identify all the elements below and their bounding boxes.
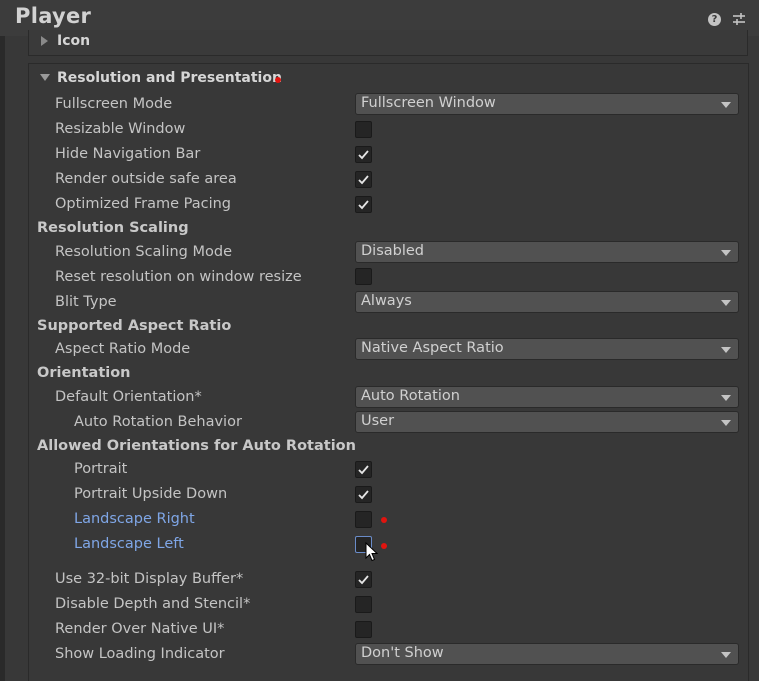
aspect-ratio-mode-label: Aspect Ratio Mode bbox=[55, 341, 191, 357]
default-orientation-value: Auto Rotation bbox=[361, 388, 460, 404]
disable-depth-stencil-checkbox[interactable] bbox=[355, 596, 372, 613]
fullscreen-mode-value: Fullscreen Window bbox=[361, 95, 496, 111]
resolution-scaling-mode-label: Resolution Scaling Mode bbox=[55, 244, 233, 260]
orientation-header: Orientation bbox=[37, 365, 131, 381]
resizable-window-label: Resizable Window bbox=[55, 121, 186, 137]
show-loading-indicator-dropdown[interactable]: Don't Show bbox=[355, 643, 739, 665]
portrait-label: Portrait bbox=[74, 461, 128, 477]
optimized-frame-pacing-checkbox[interactable] bbox=[355, 196, 372, 213]
show-loading-indicator-value: Don't Show bbox=[361, 645, 444, 661]
reset-resolution-checkbox[interactable] bbox=[355, 268, 372, 285]
dropdown-arrow-icon bbox=[721, 420, 731, 426]
mouse-cursor-icon bbox=[365, 542, 379, 562]
player-inspector: Player ? Icon Resolution and Presentatio… bbox=[0, 0, 759, 681]
blit-type-value: Always bbox=[361, 293, 412, 309]
dropdown-arrow-icon bbox=[721, 395, 731, 401]
allowed-orientations-header: Allowed Orientations for Auto Rotation bbox=[37, 438, 356, 454]
hide-navigation-bar-checkbox[interactable] bbox=[355, 146, 372, 163]
checkmark-icon bbox=[358, 150, 369, 160]
use-32bit-buffer-label: Use 32-bit Display Buffer* bbox=[55, 571, 244, 587]
page-title: Player bbox=[15, 4, 92, 28]
portrait-upside-down-label: Portrait Upside Down bbox=[74, 486, 228, 502]
render-outside-safe-area-checkbox[interactable] bbox=[355, 171, 372, 188]
icon-section-title[interactable]: Icon bbox=[57, 33, 90, 49]
dropdown-arrow-icon bbox=[721, 347, 731, 353]
checkmark-icon bbox=[358, 490, 369, 500]
fullscreen-mode-label: Fullscreen Mode bbox=[55, 96, 173, 112]
render-outside-safe-area-label: Render outside safe area bbox=[55, 171, 237, 187]
dropdown-arrow-icon bbox=[721, 300, 731, 306]
checkmark-icon bbox=[358, 175, 369, 185]
auto-rotation-behavior-value: User bbox=[361, 413, 395, 429]
icon-foldout[interactable]: Icon bbox=[28, 30, 748, 56]
default-orientation-dropdown[interactable]: Auto Rotation bbox=[355, 386, 739, 408]
disable-depth-stencil-label: Disable Depth and Stencil* bbox=[55, 596, 251, 612]
supported-aspect-ratio-header: Supported Aspect Ratio bbox=[37, 318, 232, 334]
landscape-right-checkbox[interactable] bbox=[355, 511, 372, 528]
collapse-arrow-icon[interactable] bbox=[40, 74, 50, 81]
left-edge bbox=[0, 36, 5, 681]
modified-indicator-icon bbox=[275, 77, 281, 83]
hide-navigation-bar-label: Hide Navigation Bar bbox=[55, 146, 201, 162]
portrait-checkbox[interactable] bbox=[355, 461, 372, 478]
expand-arrow-icon[interactable] bbox=[41, 36, 48, 46]
resolution-scaling-mode-dropdown[interactable]: Disabled bbox=[355, 241, 739, 263]
use-32bit-buffer-checkbox[interactable] bbox=[355, 571, 372, 588]
render-over-native-ui-label: Render Over Native UI* bbox=[55, 621, 225, 637]
resolution-section-title[interactable]: Resolution and Presentation bbox=[57, 70, 282, 86]
fullscreen-mode-dropdown[interactable]: Fullscreen Window bbox=[355, 93, 739, 115]
blit-type-dropdown[interactable]: Always bbox=[355, 291, 739, 313]
render-over-native-ui-checkbox[interactable] bbox=[355, 621, 372, 638]
aspect-ratio-mode-value: Native Aspect Ratio bbox=[361, 340, 504, 356]
checkmark-icon bbox=[358, 200, 369, 210]
portrait-upside-down-checkbox[interactable] bbox=[355, 486, 372, 503]
landscape-left-label: Landscape Left bbox=[74, 536, 184, 552]
landscape-right-label: Landscape Right bbox=[74, 511, 195, 527]
auto-rotation-behavior-dropdown[interactable]: User bbox=[355, 411, 739, 433]
checkmark-icon bbox=[358, 575, 369, 585]
dropdown-arrow-icon bbox=[721, 250, 731, 256]
resolution-scaling-mode-value: Disabled bbox=[361, 243, 424, 259]
dropdown-arrow-icon bbox=[721, 652, 731, 658]
help-icon[interactable]: ? bbox=[708, 13, 721, 26]
dropdown-arrow-icon bbox=[721, 102, 731, 108]
aspect-ratio-mode-dropdown[interactable]: Native Aspect Ratio bbox=[355, 338, 739, 360]
settings-sliders-icon[interactable] bbox=[732, 12, 746, 26]
checkmark-icon bbox=[358, 465, 369, 475]
auto-rotation-behavior-label: Auto Rotation Behavior bbox=[74, 414, 242, 430]
default-orientation-label: Default Orientation* bbox=[55, 389, 202, 405]
modified-indicator-icon bbox=[381, 517, 387, 523]
optimized-frame-pacing-label: Optimized Frame Pacing bbox=[55, 196, 231, 212]
reset-resolution-label: Reset resolution on window resize bbox=[55, 269, 302, 285]
blit-type-label: Blit Type bbox=[55, 294, 117, 310]
resolution-scaling-header: Resolution Scaling bbox=[37, 220, 189, 236]
resizable-window-checkbox[interactable] bbox=[355, 121, 372, 138]
modified-indicator-icon bbox=[381, 543, 387, 549]
show-loading-indicator-label: Show Loading Indicator bbox=[55, 646, 225, 662]
